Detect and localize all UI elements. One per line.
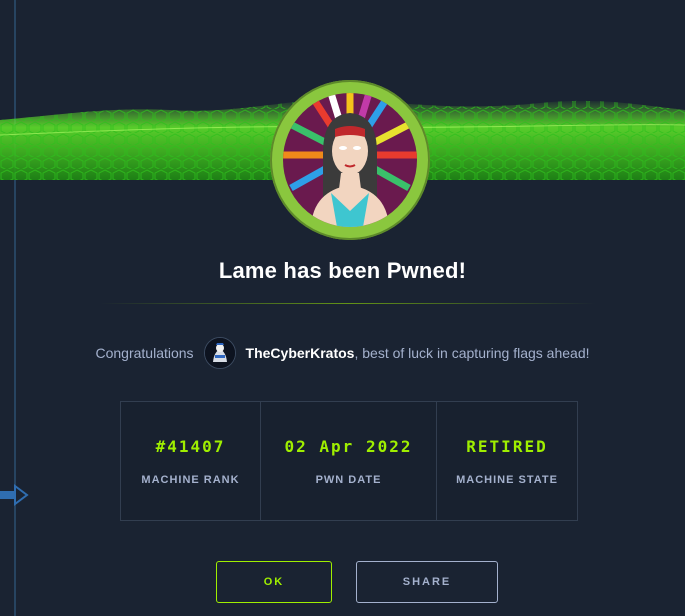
- stat-pwn-date: 02 Apr 2022 PWN DATE: [261, 402, 437, 520]
- machine-state-value: RETIRED: [466, 436, 548, 456]
- user-avatar-icon: [204, 338, 235, 368]
- congrats-prefix: Congratulations: [95, 345, 194, 361]
- user-avatar[interactable]: [203, 337, 236, 369]
- machine-rank-label: MACHINE RANK: [141, 473, 240, 486]
- pwn-date-label: PWN DATE: [315, 473, 382, 486]
- page-title: Lame has been Pwned!: [218, 258, 467, 283]
- username[interactable]: TheCyberKratos: [246, 345, 355, 361]
- share-button[interactable]: SHARE: [356, 561, 498, 603]
- stat-machine-rank: #41407 MACHINE RANK: [121, 402, 261, 520]
- congratulations-message: Congratulations TheCyberKratos, best of …: [0, 336, 685, 370]
- stats-table: #41407 MACHINE RANK 02 Apr 2022 PWN DATE…: [120, 401, 578, 521]
- machine-state-label: MACHINE STATE: [456, 473, 558, 486]
- machine-avatar: [270, 80, 430, 240]
- arrow-right-icon[interactable]: [0, 482, 30, 508]
- ok-button[interactable]: OK: [216, 561, 332, 603]
- machine-rank-value: #41407: [155, 436, 226, 456]
- divider: [100, 303, 596, 304]
- congrats-suffix: , best of luck in capturing flags ahead!: [354, 345, 590, 361]
- stat-machine-state: RETIRED MACHINE STATE: [437, 402, 577, 520]
- pwn-date-value: 02 Apr 2022: [284, 436, 413, 456]
- lame-machine-avatar-icon: [283, 93, 417, 227]
